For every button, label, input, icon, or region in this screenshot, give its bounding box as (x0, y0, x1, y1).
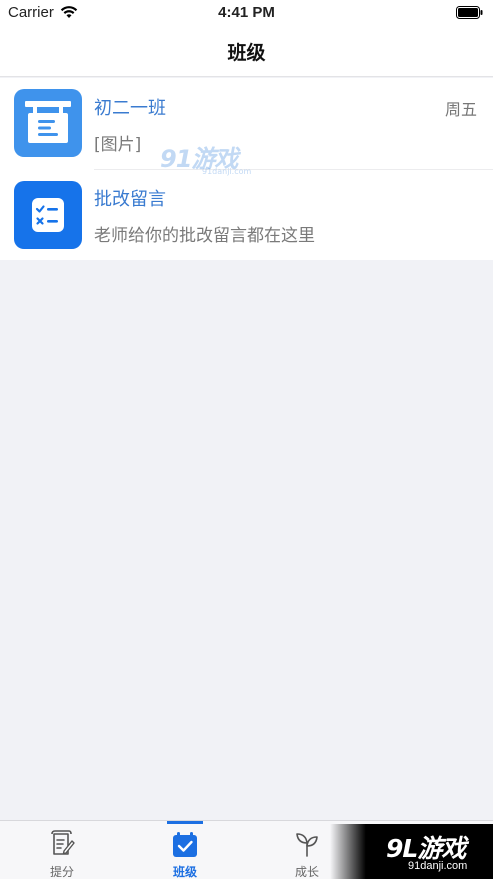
scroll-edit-icon (51, 830, 75, 855)
checklist-icon (14, 181, 82, 249)
page-title: 班级 (227, 42, 266, 64)
tab-active-indicator (167, 821, 203, 824)
tab-score[interactable]: 提分 (2, 821, 122, 879)
row-title: 初二一班 (94, 98, 166, 119)
class-check-icon (173, 832, 197, 857)
watermark-url: 91danji.com (408, 860, 468, 872)
tab-class[interactable]: 班级 (125, 821, 245, 879)
list-item-class[interactable]: 初二一班 [图片] 周五 (0, 78, 493, 169)
list-item-comments[interactable]: 批改留言 老师给你的批改留言都在这里 (0, 169, 493, 260)
watermark-logo: 91游戏 91danji.com (160, 139, 251, 176)
row-timestamp: 周五 (444, 100, 477, 119)
clock: 4:41 PM (218, 4, 275, 21)
navigation-bar: 班级 (0, 26, 493, 77)
class-board-icon (14, 89, 82, 157)
status-bar: Carrier 4:41 PM (0, 0, 493, 26)
row-title: 批改留言 (94, 189, 166, 210)
tab-label: 提分 (49, 865, 74, 879)
watermark-url: 91danji.com (202, 167, 252, 176)
row-subtitle: 老师给你的批改留言都在这里 (94, 226, 315, 246)
row-subtitle: [图片] (94, 135, 142, 155)
sprout-icon (296, 833, 318, 857)
watermark-banner: 9L游戏 91danji.com (330, 824, 493, 879)
battery-icon (456, 6, 483, 19)
tab-label: 班级 (172, 865, 197, 879)
